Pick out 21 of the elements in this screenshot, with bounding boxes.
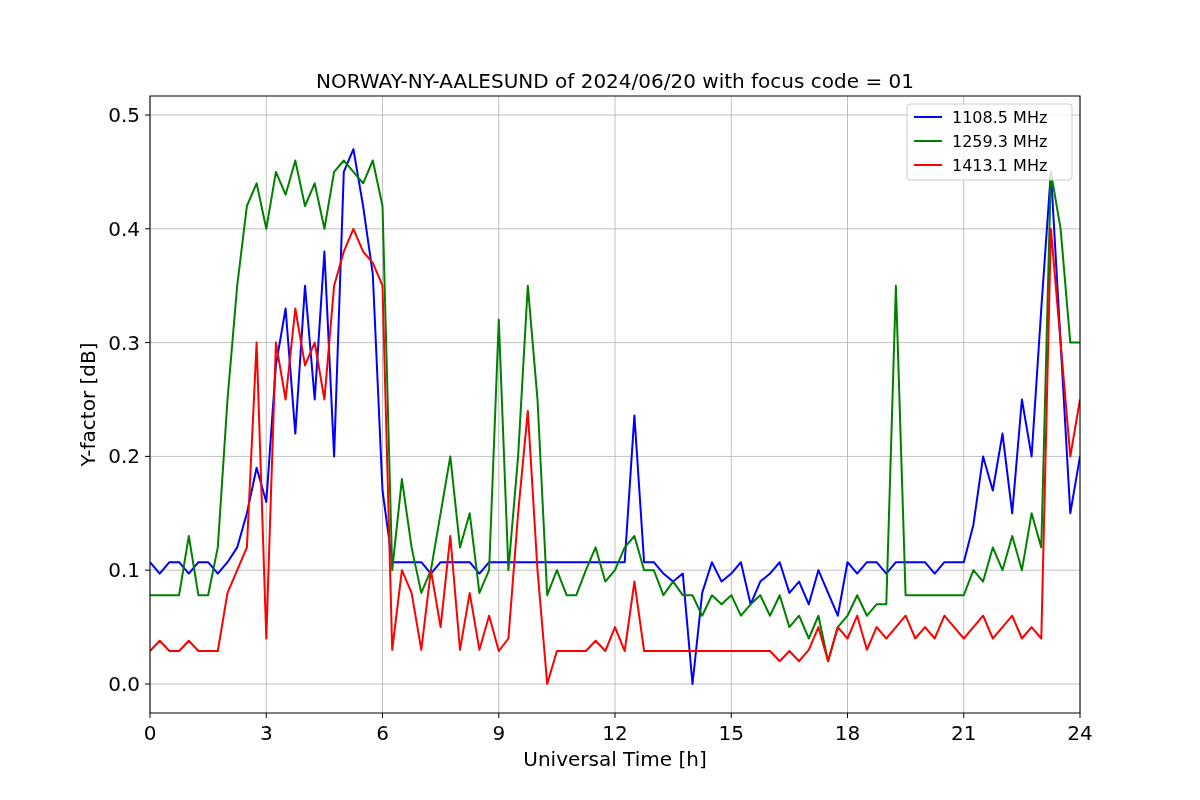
legend-label: 1108.5 MHz — [952, 108, 1048, 127]
x-tick-label: 18 — [834, 721, 861, 745]
y-tick-label: 0.4 — [108, 216, 140, 241]
y-tick-label: 0.0 — [108, 672, 140, 696]
x-tick-label: 0 — [143, 721, 157, 745]
legend-label: 1259.3 MHz — [952, 132, 1048, 151]
x-tick-label: 3 — [259, 721, 273, 745]
x-tick-label: 21 — [951, 721, 977, 745]
x-axis-label: Universal Time [h] — [523, 747, 707, 771]
legend-label: 1413.1 MHz — [952, 156, 1048, 175]
chart-title: NORWAY-NY-AALESUND of 2024/06/20 with focus code = 01 — [316, 69, 914, 93]
x-tick-label: 24 — [1067, 721, 1093, 745]
y-axis-label: Y-factor [dB] — [76, 342, 100, 467]
y-tick-label: 0.5 — [108, 103, 140, 127]
y-tick-label: 0.1 — [108, 558, 140, 583]
x-tick-label: 9 — [492, 721, 506, 745]
y-tick-label: 0.3 — [108, 330, 140, 355]
x-tick-label: 15 — [718, 721, 744, 745]
x-tick-label: 12 — [602, 721, 628, 745]
y-tick-label: 0.2 — [108, 444, 140, 469]
x-tick-label: 6 — [376, 721, 389, 745]
